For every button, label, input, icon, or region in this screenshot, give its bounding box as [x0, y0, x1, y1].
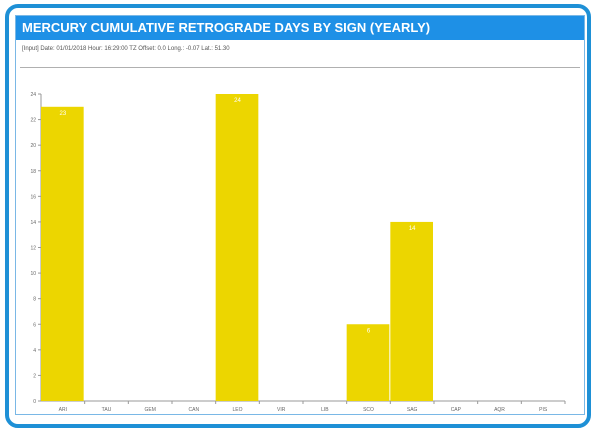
y-tick-label: 4 — [33, 348, 36, 354]
y-tick-label: 10 — [30, 271, 36, 277]
x-tick-label: ARI — [59, 407, 67, 413]
y-tick-label: 24 — [30, 92, 36, 98]
bar-chart: 02468101214161820222423ARI TAU GEM CAN24LEO… — [30, 92, 566, 413]
bar — [346, 324, 390, 401]
x-tick-label: AQR — [494, 407, 505, 413]
bar — [215, 94, 259, 401]
x-tick-label: CAP — [451, 407, 462, 413]
chart-panel: MERCURY CUMULATIVE RETROGRADE DAYS BY SI… — [15, 15, 585, 415]
y-tick-label: 8 — [33, 297, 36, 303]
y-tick-label: 18 — [30, 169, 36, 175]
y-tick-label: 12 — [30, 246, 36, 252]
x-tick-label: VIR — [277, 407, 286, 413]
x-tick-label: PIS — [539, 407, 548, 413]
x-tick-label: TAU — [102, 407, 112, 413]
y-tick-label: 22 — [30, 118, 36, 124]
x-tick-label: CAN — [189, 407, 200, 413]
x-tick-label: LIB — [321, 407, 329, 413]
y-tick-label: 14 — [30, 220, 36, 226]
data-label: 23 — [59, 111, 66, 117]
x-tick-label: GEM — [144, 407, 155, 413]
x-tick-label: SCO — [363, 407, 374, 413]
y-tick-label: 20 — [30, 143, 36, 149]
y-tick-label: 2 — [33, 373, 36, 379]
bar — [41, 106, 84, 402]
bar — [390, 221, 433, 401]
y-tick-label: 6 — [33, 322, 36, 328]
x-tick-label: SAG — [407, 407, 418, 413]
y-tick-label: 16 — [30, 194, 36, 200]
data-label: 14 — [409, 226, 416, 232]
y-tick-label: 0 — [33, 399, 36, 405]
data-label: 24 — [234, 98, 241, 104]
x-tick-label: LEO — [232, 407, 242, 413]
